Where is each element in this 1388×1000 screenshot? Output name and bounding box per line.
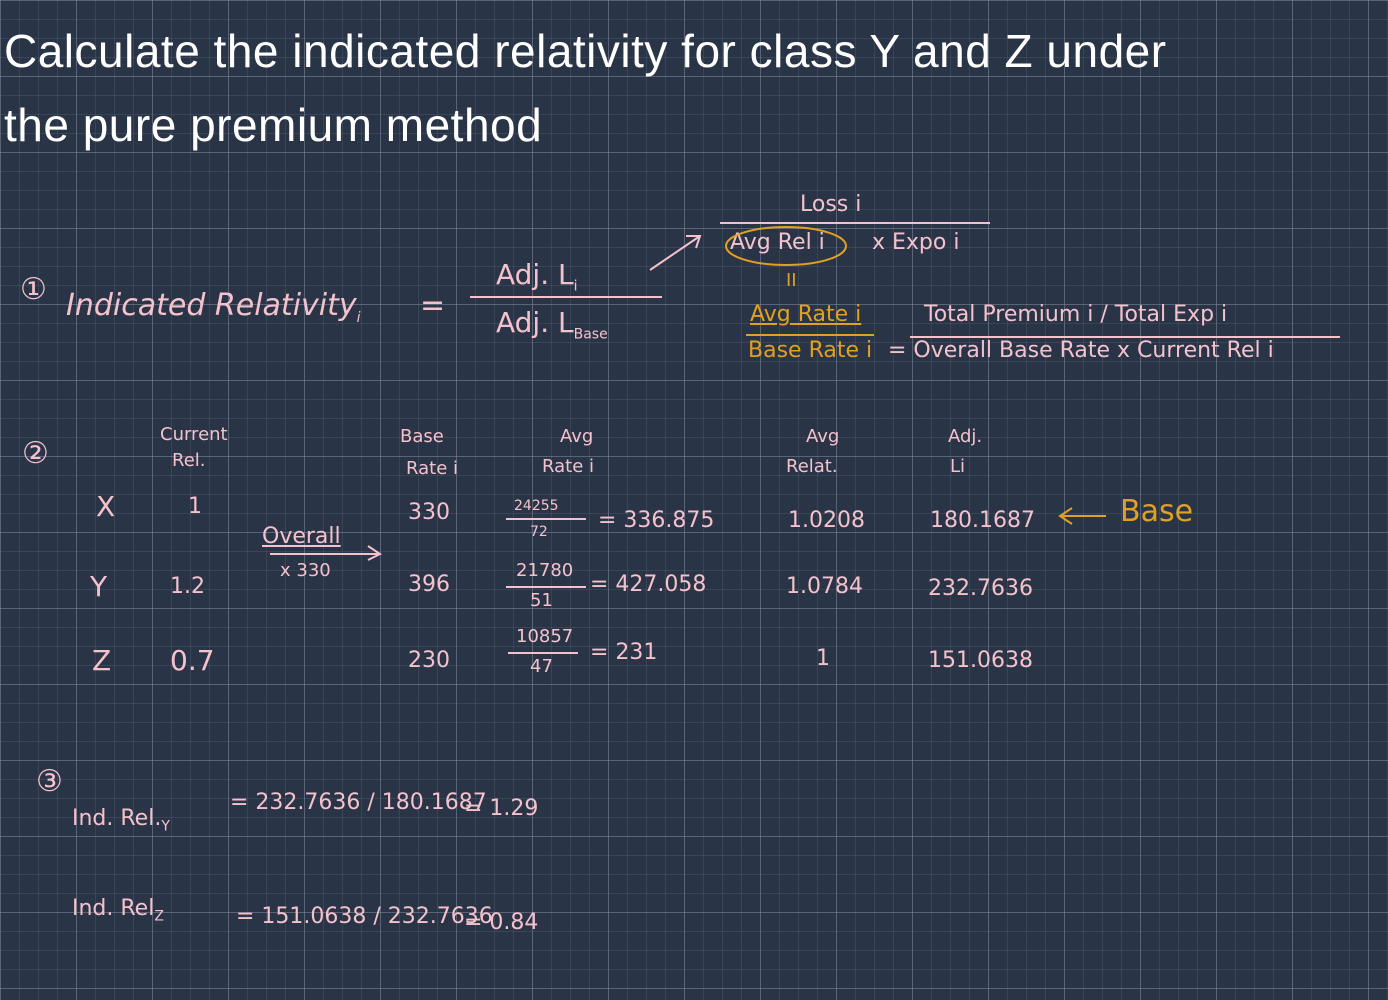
pointer-arrow-line xyxy=(649,235,701,271)
avg-rel-circle xyxy=(725,226,847,266)
annotation-overlay xyxy=(270,226,1106,561)
